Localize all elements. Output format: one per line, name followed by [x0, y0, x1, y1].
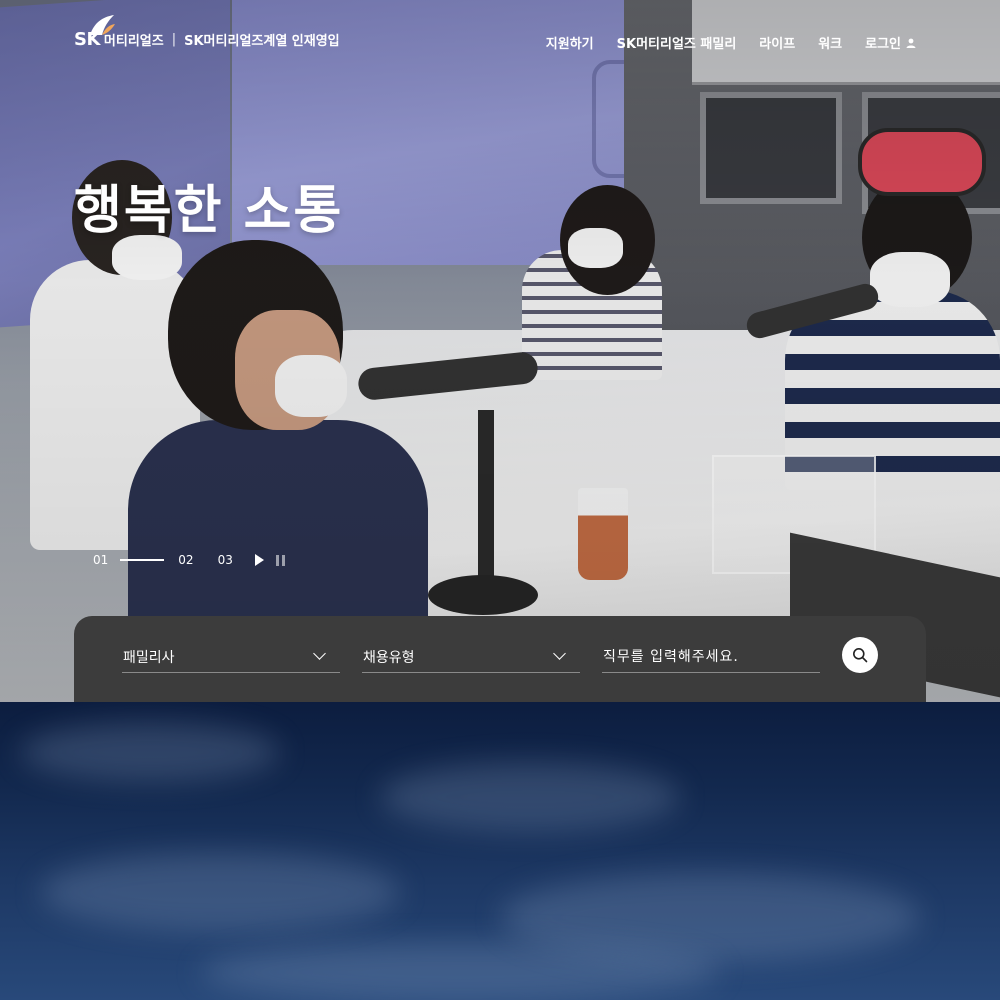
hero-photo	[0, 0, 1000, 702]
site-header: SK 머티리얼즈 | SK머티리얼즈계열 인재영입 지원하기 SK머티리얼즈 패…	[0, 0, 1000, 86]
employment-type-label: 채용유형	[363, 650, 415, 666]
sk-butterfly-icon	[90, 15, 115, 35]
slide-indicator-3[interactable]: 03	[218, 553, 233, 567]
nav-login[interactable]: 로그인	[865, 33, 916, 52]
nav-life[interactable]: 라이프	[759, 33, 795, 52]
search-button[interactable]	[842, 637, 878, 673]
job-search-input[interactable]	[602, 649, 820, 665]
sky-background-section	[0, 702, 1000, 1000]
logo-divider: |	[171, 32, 177, 47]
slide-indicator-1[interactable]: 01	[93, 553, 108, 567]
site-name: SK머티리얼즈계열 인재영입	[184, 34, 340, 49]
main-nav: 지원하기 SK머티리얼즈 패밀리 라이프 워크 로그인	[546, 33, 916, 52]
chevron-down-icon	[313, 647, 326, 660]
nav-apply[interactable]: 지원하기	[546, 33, 594, 52]
nav-family[interactable]: SK머티리얼즈 패밀리	[617, 33, 737, 52]
search-icon	[853, 648, 868, 663]
hero-title: 행복한 소통	[74, 181, 344, 241]
slide-progress-bar	[120, 559, 165, 561]
user-icon	[906, 38, 916, 48]
slide-indicator-2[interactable]: 02	[178, 553, 193, 567]
family-company-select[interactable]: 패밀리사	[122, 642, 340, 673]
sk-logo-mark: SK	[74, 15, 115, 50]
site-logo[interactable]: SK 머티리얼즈 | SK머티리얼즈계열 인재영입	[74, 15, 340, 50]
slider-controls: 01 02 03	[93, 553, 285, 567]
job-search-panel: 패밀리사 채용유형	[74, 616, 926, 702]
play-icon[interactable]	[254, 554, 264, 566]
family-company-label: 패밀리사	[123, 650, 175, 666]
chevron-down-icon	[553, 647, 566, 660]
employment-type-select[interactable]: 채용유형	[362, 642, 580, 673]
job-field	[602, 642, 820, 673]
nav-work[interactable]: 워크	[818, 33, 842, 52]
login-label: 로그인	[865, 37, 901, 52]
pause-icon[interactable]	[275, 554, 285, 566]
